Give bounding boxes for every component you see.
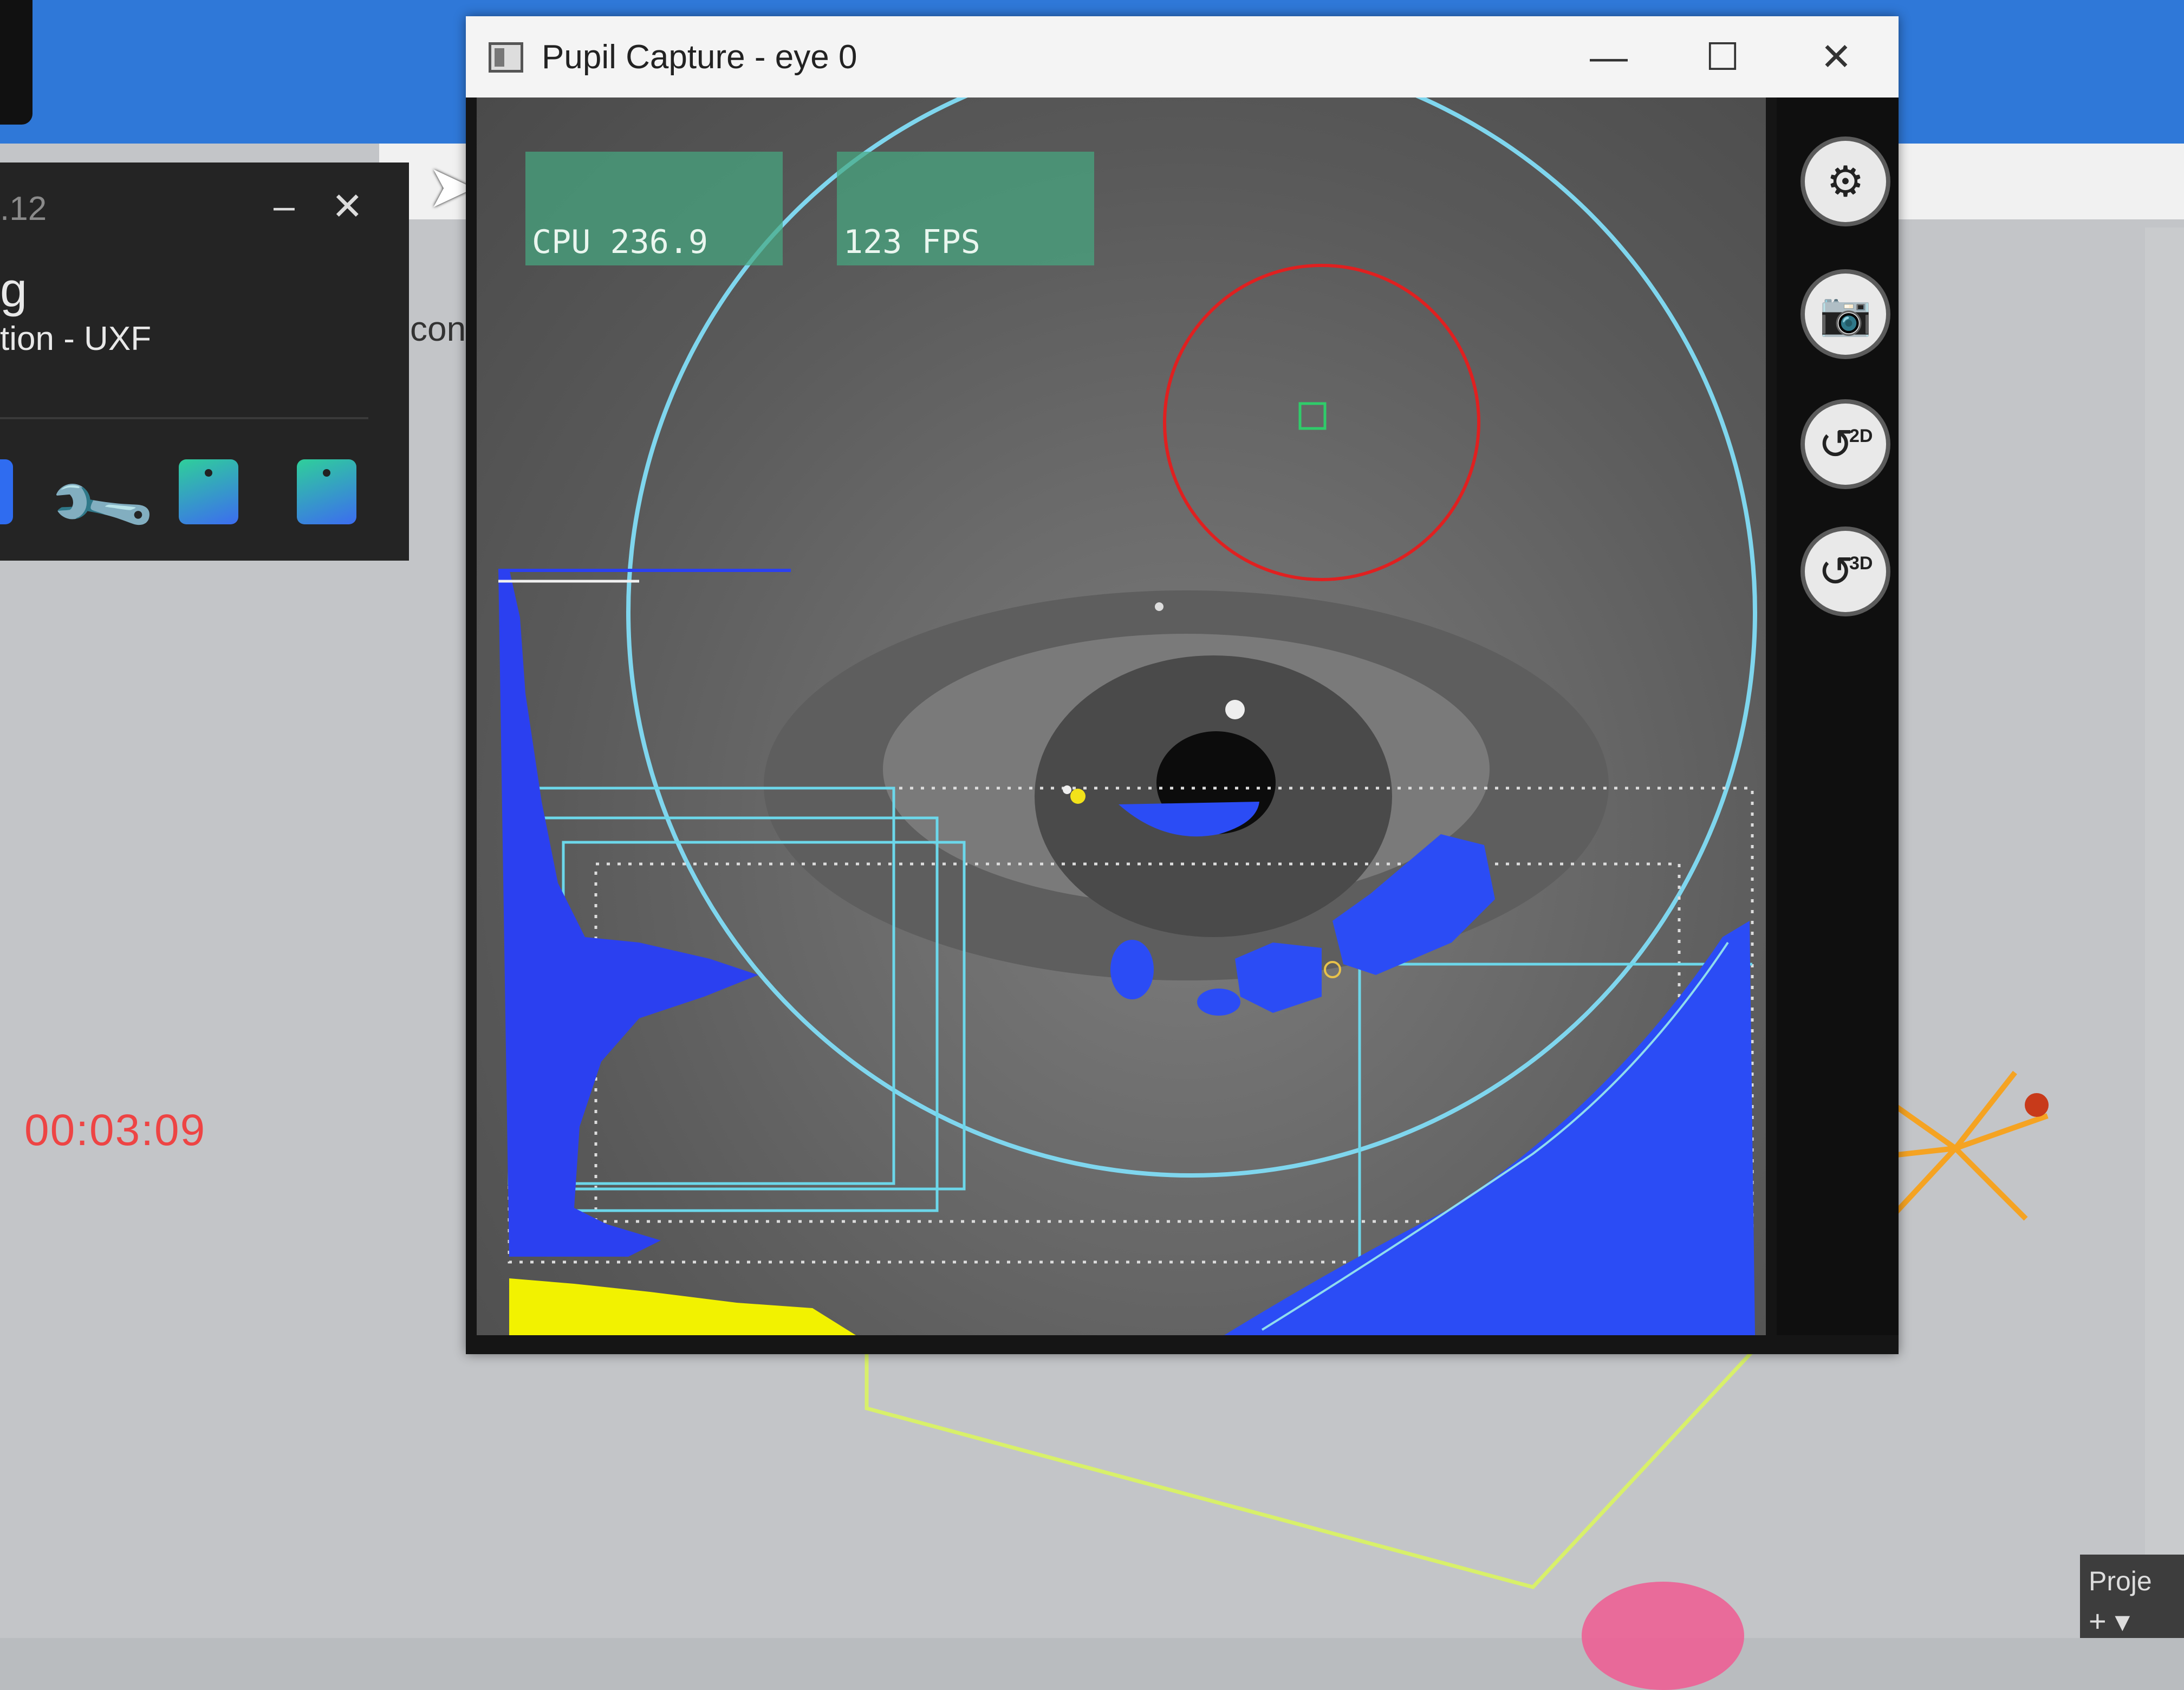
app-window-icon	[489, 42, 523, 73]
background-side-panel	[2145, 227, 2184, 1638]
add-dropdown-button[interactable]: + ▾	[2089, 1603, 2130, 1639]
detector-2d-icon: ↺	[1818, 420, 1854, 468]
mini-panel-subtitle: tion - UXF	[0, 320, 152, 358]
project-panel-tab[interactable]: Proje + ▾	[2080, 1555, 2184, 1638]
mini-panel-divider	[0, 417, 368, 419]
desktop-app-tile	[0, 0, 32, 125]
detector-3d-icon: ↺	[1818, 547, 1854, 595]
close-button[interactable]: ✕	[1782, 22, 1890, 92]
detector-2d-button[interactable]: ↺ 2D	[1805, 404, 1886, 485]
detector-3d-button[interactable]: ↺ 3D	[1805, 531, 1886, 612]
cpu-label: CPU 236.9	[532, 223, 708, 261]
pink-marker	[1582, 1582, 1744, 1690]
recording-timer: 00:03:09	[24, 1106, 206, 1155]
eye-overlay	[498, 98, 1757, 1335]
window-titlebar[interactable]: Pupil Capture - eye 0 — ☐ ✕	[466, 16, 1899, 98]
tool-icon-b[interactable]	[297, 459, 356, 524]
fps-graph: 123 FPS	[837, 152, 1094, 265]
settings-button[interactable]: ⚙	[1805, 141, 1886, 222]
eye-toolbar: ⚙ 📷 ↺ 2D ↺ 3D	[1777, 98, 1899, 1335]
mini-minimize-icon[interactable]: –	[274, 184, 295, 227]
pupil-capture-window: Pupil Capture - eye 0 — ☐ ✕ CPU 236.9 12…	[466, 16, 1899, 1354]
mini-close-icon[interactable]: ✕	[332, 184, 363, 229]
detector-3d-label: 3D	[1849, 552, 1873, 574]
project-tab-label: Proje	[2089, 1566, 2152, 1596]
maximize-icon: ☐	[1705, 36, 1740, 78]
eye-camera-view[interactable]: CPU 236.9 123 FPS	[477, 98, 1766, 1335]
window-title: Pupil Capture - eye 0	[542, 38, 857, 76]
mini-panel-heading: g	[0, 263, 28, 317]
maximize-button[interactable]: ☐	[1668, 22, 1777, 92]
minimize-icon: —	[1590, 36, 1628, 78]
fps-label: 123 FPS	[843, 223, 980, 261]
snapshot-button[interactable]: 📷	[1805, 274, 1886, 355]
close-icon: ✕	[1820, 36, 1852, 78]
camera-icon: 📷	[1819, 290, 1872, 337]
mini-panel-title: .12	[0, 190, 47, 227]
tool-icon-a[interactable]	[179, 459, 238, 524]
gear-icon: ⚙	[1826, 157, 1864, 205]
tool-icon-partial[interactable]	[0, 459, 13, 524]
cpu-graph: CPU 236.9	[525, 152, 783, 265]
detector-2d-label: 2D	[1849, 425, 1873, 446]
minimize-button[interactable]: —	[1555, 22, 1663, 92]
